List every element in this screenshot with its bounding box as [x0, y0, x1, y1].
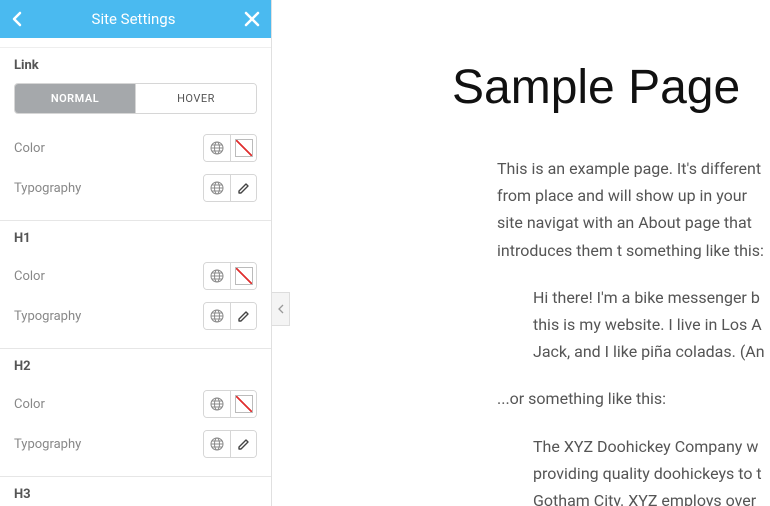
h2-typo-label: Typography — [14, 437, 81, 452]
h2-typo-edit-button[interactable] — [230, 431, 256, 457]
panel-body: Link NORMAL HOVER Color Typography — [0, 38, 271, 506]
link-color-label: Color — [14, 141, 45, 156]
close-icon — [244, 11, 260, 27]
color-none-swatch — [235, 139, 253, 157]
pencil-icon — [237, 309, 251, 323]
color-none-swatch — [235, 267, 253, 285]
h2-typo-global-button[interactable] — [204, 431, 230, 457]
blockquote: Hi there! I'm a bike messenger b this is… — [533, 284, 770, 366]
h1-color-global-button[interactable] — [204, 263, 230, 289]
panel-collapse-handle[interactable] — [272, 292, 290, 326]
link-color-swatch-button[interactable] — [230, 135, 256, 161]
globe-icon — [210, 397, 224, 411]
link-typo-label: Typography — [14, 181, 81, 196]
h2-color-row: Color — [14, 384, 257, 424]
globe-icon — [210, 141, 224, 155]
h1-typo-label: Typography — [14, 309, 81, 324]
globe-icon — [210, 437, 224, 451]
link-typo-edit-button[interactable] — [230, 175, 256, 201]
h2-typo-row: Typography — [14, 424, 257, 464]
color-none-swatch — [235, 395, 253, 413]
section-head-h2: H2 — [14, 359, 257, 374]
globe-icon — [210, 181, 224, 195]
h1-typo-global-button[interactable] — [204, 303, 230, 329]
h2-color-label: Color — [14, 397, 45, 412]
h2-color-global-button[interactable] — [204, 391, 230, 417]
h1-color-label: Color — [14, 269, 45, 284]
chevron-left-icon — [12, 11, 22, 27]
tab-normal[interactable]: NORMAL — [15, 84, 135, 113]
section-h2: H2 Color Typography — [0, 349, 271, 477]
paragraph: ...or something like this: — [497, 385, 770, 412]
h1-typo-row: Typography — [14, 296, 257, 336]
close-button[interactable] — [233, 0, 271, 38]
blockquote: The XYZ Doohickey Company w providing qu… — [533, 433, 770, 506]
section-link: Link NORMAL HOVER Color Typography — [0, 48, 271, 221]
section-head-link: Link — [14, 58, 257, 73]
h1-color-row: Color — [14, 256, 257, 296]
h2-color-swatch-button[interactable] — [230, 391, 256, 417]
h1-typo-edit-button[interactable] — [230, 303, 256, 329]
section-h3: H3 — [0, 477, 271, 506]
globe-icon — [210, 269, 224, 283]
section-h1: H1 Color Typography — [0, 221, 271, 349]
pencil-icon — [237, 181, 251, 195]
pencil-icon — [237, 437, 251, 451]
section-head-h3: H3 — [14, 487, 257, 502]
page-body: This is an example page. It's different … — [497, 155, 770, 506]
link-state-tabs: NORMAL HOVER — [14, 83, 257, 114]
chevron-left-icon — [278, 304, 284, 314]
section-head-h1: H1 — [14, 231, 257, 246]
paragraph: This is an example page. It's different … — [497, 155, 770, 264]
page-title: Sample Page — [452, 60, 770, 115]
link-typo-row: Typography — [14, 168, 257, 208]
link-typo-global-button[interactable] — [204, 175, 230, 201]
back-button[interactable] — [0, 0, 34, 38]
panel-title: Site Settings — [34, 10, 233, 28]
link-color-row: Color — [14, 128, 257, 168]
page-preview: Sample Page This is an example page. It'… — [272, 0, 770, 506]
panel-header: Site Settings — [0, 0, 271, 38]
settings-panel: Site Settings Link NORMAL HOVER Color — [0, 0, 272, 506]
h1-color-swatch-button[interactable] — [230, 263, 256, 289]
tab-hover[interactable]: HOVER — [135, 84, 256, 113]
globe-icon — [210, 309, 224, 323]
link-color-global-button[interactable] — [204, 135, 230, 161]
